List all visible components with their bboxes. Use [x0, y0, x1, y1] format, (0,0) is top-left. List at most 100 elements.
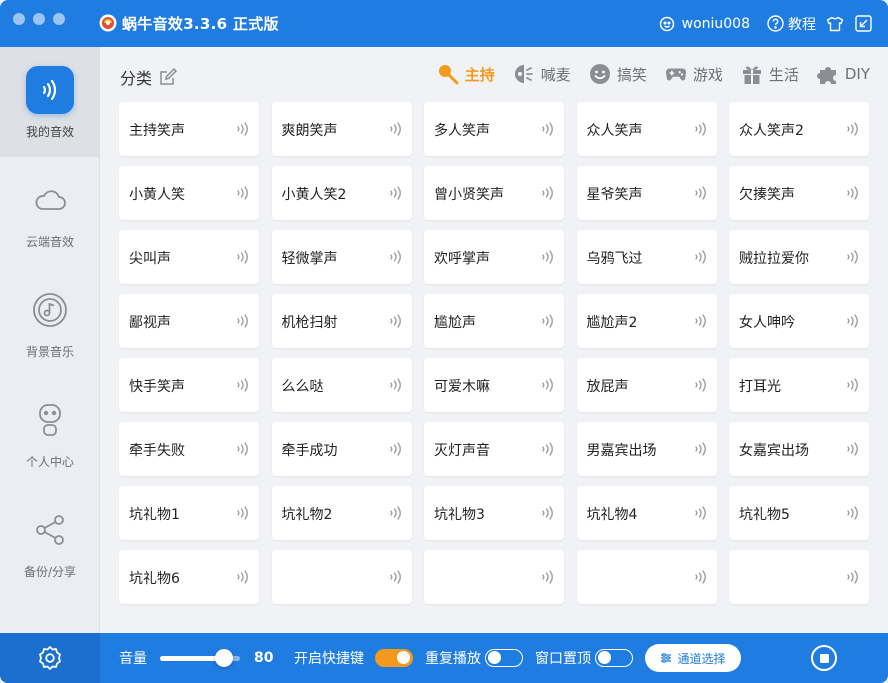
sound-card[interactable]: 欢呼掌声	[424, 230, 564, 284]
sound-card[interactable]: 乌鸦飞过	[576, 230, 717, 284]
play-sound-icon[interactable]	[235, 504, 251, 522]
sound-card[interactable]: 曾小贤笑声	[424, 166, 564, 220]
empty-sound-slot[interactable]	[576, 550, 717, 604]
tab-diy[interactable]: DIY	[816, 63, 870, 85]
sound-card[interactable]: 爽朗笑声	[271, 102, 412, 156]
play-sound-icon[interactable]	[388, 312, 404, 330]
sound-card[interactable]: 星爷笑声	[576, 166, 717, 220]
sound-card[interactable]: 快手笑声	[119, 358, 259, 412]
play-sound-icon[interactable]	[845, 568, 861, 586]
sidebar-item-backup-share[interactable]: 备份/分享	[0, 487, 100, 597]
play-sound-icon[interactable]	[845, 184, 861, 202]
repeat-play-toggle[interactable]	[485, 649, 523, 667]
stop-button[interactable]	[811, 645, 837, 671]
play-sound-icon[interactable]	[235, 248, 251, 266]
sound-card[interactable]: 女嘉宾出场	[729, 422, 869, 476]
window-zoom-button[interactable]	[53, 13, 65, 25]
play-sound-icon[interactable]	[845, 120, 861, 138]
play-sound-icon[interactable]	[693, 312, 709, 330]
play-sound-icon[interactable]	[235, 120, 251, 138]
play-sound-icon[interactable]	[540, 440, 556, 458]
hotkey-toggle[interactable]	[375, 649, 413, 667]
play-sound-icon[interactable]	[693, 440, 709, 458]
sidebar-item-personal-center[interactable]: 个人中心	[0, 377, 100, 487]
play-sound-icon[interactable]	[540, 312, 556, 330]
play-sound-icon[interactable]	[540, 568, 556, 586]
play-sound-icon[interactable]	[693, 184, 709, 202]
play-sound-icon[interactable]	[693, 376, 709, 394]
settings-button[interactable]	[0, 633, 100, 683]
channel-select-button[interactable]: 通道选择	[645, 644, 741, 672]
play-sound-icon[interactable]	[388, 184, 404, 202]
help-icon[interactable]	[766, 15, 784, 33]
play-sound-icon[interactable]	[388, 504, 404, 522]
username[interactable]: woniu008	[682, 16, 750, 32]
sound-card[interactable]: 么么哒	[271, 358, 412, 412]
play-sound-icon[interactable]	[845, 376, 861, 394]
sound-card[interactable]: 可爱木嘛	[424, 358, 564, 412]
play-sound-icon[interactable]	[540, 184, 556, 202]
play-sound-icon[interactable]	[388, 376, 404, 394]
sound-card[interactable]: 小黄人笑	[119, 166, 259, 220]
sound-card[interactable]: 众人笑声	[576, 102, 717, 156]
sound-card[interactable]: 牵手失败	[119, 422, 259, 476]
sound-card[interactable]: 坑礼物3	[424, 486, 564, 540]
sound-card[interactable]: 尴尬声	[424, 294, 564, 348]
play-sound-icon[interactable]	[388, 248, 404, 266]
sound-card[interactable]: 主持笑声	[119, 102, 259, 156]
window-minimize-button[interactable]	[33, 13, 45, 25]
sound-card[interactable]: 小黄人笑2	[271, 166, 412, 220]
tab-host[interactable]: 主持	[437, 63, 495, 85]
play-sound-icon[interactable]	[388, 120, 404, 138]
play-sound-icon[interactable]	[540, 248, 556, 266]
sound-card[interactable]: 尴尬声2	[576, 294, 717, 348]
empty-sound-slot[interactable]	[729, 550, 869, 604]
sound-card[interactable]: 鄙视声	[119, 294, 259, 348]
play-sound-icon[interactable]	[235, 312, 251, 330]
sound-card[interactable]: 坑礼物4	[576, 486, 717, 540]
sound-card[interactable]: 机枪扫射	[271, 294, 412, 348]
sound-card[interactable]: 欠揍笑声	[729, 166, 869, 220]
tab-life[interactable]: 生活	[741, 63, 799, 85]
user-avatar-icon[interactable]	[658, 15, 676, 33]
play-sound-icon[interactable]	[693, 248, 709, 266]
sidebar-item-background-music[interactable]: 背景音乐	[0, 267, 100, 377]
sound-card[interactable]: 坑礼物2	[271, 486, 412, 540]
play-sound-icon[interactable]	[540, 120, 556, 138]
empty-sound-slot[interactable]	[271, 550, 412, 604]
play-sound-icon[interactable]	[235, 568, 251, 586]
edit-icon[interactable]	[158, 67, 178, 87]
tutorial-link[interactable]: 教程	[788, 14, 816, 34]
play-sound-icon[interactable]	[845, 312, 861, 330]
sound-card[interactable]: 女人呻吟	[729, 294, 869, 348]
play-sound-icon[interactable]	[693, 120, 709, 138]
play-sound-icon[interactable]	[540, 504, 556, 522]
sound-card[interactable]: 多人笑声	[424, 102, 564, 156]
play-sound-icon[interactable]	[388, 568, 404, 586]
play-sound-icon[interactable]	[845, 504, 861, 522]
sound-card[interactable]: 尖叫声	[119, 230, 259, 284]
tab-game[interactable]: 游戏	[665, 63, 723, 85]
sound-card[interactable]: 灭灯声音	[424, 422, 564, 476]
sound-card[interactable]: 坑礼物5	[729, 486, 869, 540]
minimize-window-icon[interactable]	[854, 15, 872, 33]
sound-card[interactable]: 放屁声	[576, 358, 717, 412]
volume-slider-thumb[interactable]	[215, 649, 233, 667]
play-sound-icon[interactable]	[693, 568, 709, 586]
sidebar-item-cloud-sounds[interactable]: 云端音效	[0, 157, 100, 267]
play-sound-icon[interactable]	[235, 376, 251, 394]
window-on-top-toggle[interactable]	[595, 649, 633, 667]
play-sound-icon[interactable]	[693, 504, 709, 522]
sound-card[interactable]: 众人笑声2	[729, 102, 869, 156]
window-close-button[interactable]	[13, 13, 25, 25]
play-sound-icon[interactable]	[540, 376, 556, 394]
sidebar-item-my-sounds[interactable]: 我的音效	[0, 47, 100, 157]
play-sound-icon[interactable]	[235, 184, 251, 202]
sound-card[interactable]: 坑礼物1	[119, 486, 259, 540]
play-sound-icon[interactable]	[845, 248, 861, 266]
play-sound-icon[interactable]	[845, 440, 861, 458]
sound-card[interactable]: 轻微掌声	[271, 230, 412, 284]
empty-sound-slot[interactable]	[424, 550, 564, 604]
sound-card[interactable]: 坑礼物6	[119, 550, 259, 604]
play-sound-icon[interactable]	[388, 440, 404, 458]
